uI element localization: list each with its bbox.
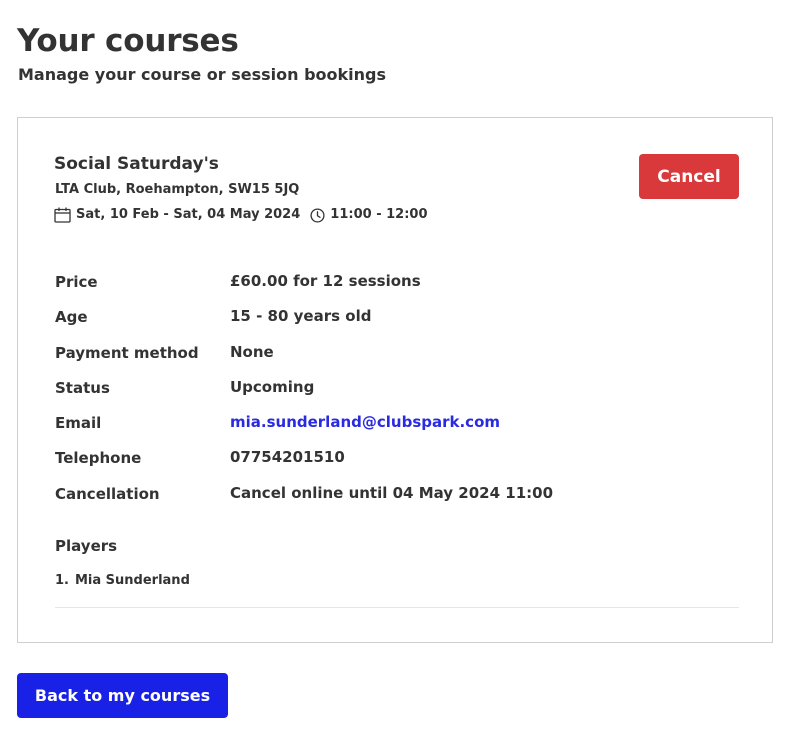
- list-item: 1. Mia Sunderland: [55, 573, 190, 588]
- detail-label: Email: [55, 414, 102, 433]
- course-dates: Sat, 10 Feb - Sat, 04 May 2024: [76, 207, 301, 222]
- player-name: Mia Sunderland: [74, 573, 190, 588]
- course-card: Social Saturday's LTA Club, Roehampton, …: [17, 117, 773, 643]
- back-to-courses-button[interactable]: Back to my courses: [17, 673, 228, 718]
- calendar-icon: [54, 207, 71, 223]
- page-title: Your courses: [17, 23, 239, 59]
- cancel-button[interactable]: Cancel: [639, 154, 739, 199]
- detail-label: Price: [55, 273, 98, 291]
- course-times: 11:00 - 12:00: [330, 207, 428, 222]
- detail-label: Telephone: [55, 449, 142, 468]
- course-name: Social Saturday's: [54, 154, 219, 174]
- detail-row-status: Status Upcoming: [55, 375, 745, 410]
- detail-row-email: Email mia.sunderland@clubspark.com: [55, 410, 745, 445]
- course-venue: LTA Club, Roehampton, SW15 5JQ: [55, 182, 300, 197]
- detail-value-status: Upcoming: [230, 377, 315, 396]
- course-page: Your courses Manage your course or sessi…: [0, 0, 791, 751]
- detail-value-price: £60.00 for 12 sessions: [230, 272, 421, 290]
- booking-details: Price £60.00 for 12 sessions Age 15 - 80…: [55, 269, 745, 516]
- clock-icon: [310, 207, 325, 223]
- divider: [55, 607, 739, 608]
- detail-row-price: Price £60.00 for 12 sessions: [55, 269, 745, 304]
- detail-label: Payment method: [55, 343, 199, 362]
- detail-row-cancellation: Cancellation Cancel online until 04 May …: [55, 481, 745, 516]
- course-schedule: Sat, 10 Feb - Sat, 04 May 2024 11:00 - 1…: [54, 207, 428, 223]
- detail-value-payment-method: None: [230, 342, 274, 361]
- detail-value-telephone: 07754201510: [230, 448, 345, 467]
- player-number: 1.: [55, 573, 69, 588]
- detail-label: Cancellation: [55, 484, 160, 503]
- detail-value-age: 15 - 80 years old: [230, 307, 372, 326]
- page-subtitle: Manage your course or session bookings: [18, 65, 386, 84]
- detail-value-cancellation: Cancel online until 04 May 2024 11:00: [230, 483, 554, 502]
- detail-row-telephone: Telephone 07754201510: [55, 445, 745, 480]
- detail-row-age: Age 15 - 80 years old: [55, 304, 745, 339]
- players-heading: Players: [55, 537, 118, 555]
- detail-row-payment-method: Payment method None: [55, 340, 745, 375]
- detail-label: Status: [55, 378, 110, 397]
- email-link[interactable]: mia.sunderland@clubspark.com: [230, 413, 500, 431]
- detail-label: Age: [55, 308, 88, 327]
